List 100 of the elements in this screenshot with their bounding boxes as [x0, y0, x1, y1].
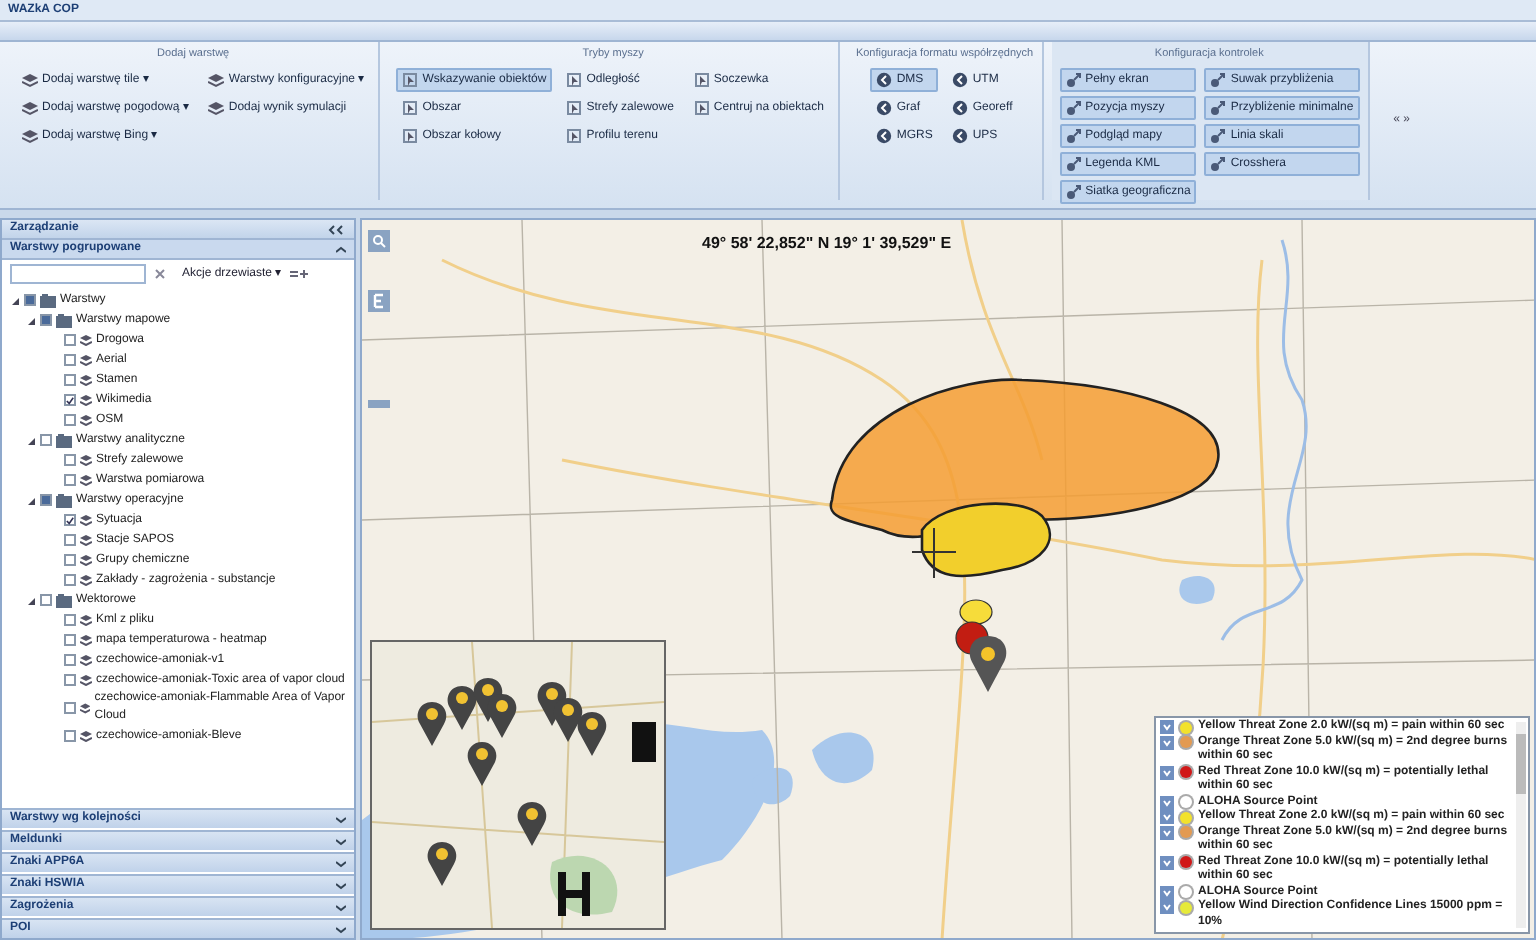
pointer-icon — [693, 72, 710, 89]
pointer-icon — [693, 100, 710, 117]
layers-icon — [80, 534, 92, 546]
layers-icon — [80, 514, 92, 526]
layer-switcher-icon[interactable] — [368, 290, 390, 312]
expand-all-icon[interactable] — [289, 268, 310, 280]
checkbox[interactable] — [64, 730, 76, 742]
layers-icon — [22, 100, 38, 117]
layers-icon — [22, 128, 38, 145]
map-pin-icon — [467, 742, 497, 786]
checkbox[interactable] — [40, 494, 52, 506]
chevron-icon — [336, 245, 346, 253]
pointer-icon — [566, 128, 583, 145]
expand-icon[interactable] — [1160, 885, 1174, 899]
expand-icon[interactable] — [1160, 855, 1174, 869]
checkbox[interactable] — [64, 334, 76, 346]
pointer-icon — [402, 72, 419, 89]
checkbox[interactable] — [64, 674, 76, 686]
layers-icon — [80, 654, 92, 666]
layers-icon — [80, 554, 92, 566]
expand-icon[interactable] — [1160, 795, 1174, 809]
search-field[interactable] — [10, 264, 146, 284]
pointer-icon — [566, 72, 583, 89]
checkbox[interactable] — [64, 534, 76, 546]
expand-icon[interactable] — [1160, 810, 1174, 824]
scrollbar[interactable] — [1516, 722, 1526, 928]
collapse-icon[interactable] — [326, 223, 346, 235]
clear-icon[interactable] — [154, 268, 166, 280]
expand-icon[interactable] — [1160, 720, 1174, 734]
map-pin-icon — [553, 698, 583, 742]
chevron-icon — [336, 903, 346, 911]
pointer-icon — [402, 100, 419, 117]
zoom-slider-icon[interactable] — [368, 400, 390, 408]
layers-icon — [80, 334, 92, 346]
chevron-icon — [336, 815, 346, 823]
folder-icon — [56, 313, 72, 327]
checkbox[interactable] — [40, 594, 52, 606]
pointer-icon — [566, 100, 583, 117]
layers-icon — [80, 374, 92, 386]
layers-icon — [80, 414, 92, 426]
coordinate-readout: 49° 58' 22,852" N 19° 1' 39,529" E — [702, 232, 952, 256]
checkbox[interactable] — [64, 414, 76, 426]
expand-icon[interactable] — [1160, 900, 1174, 914]
chevron-icon — [336, 859, 346, 867]
map-pin-icon — [517, 802, 547, 846]
layers-icon — [80, 730, 92, 742]
collapse-arrow-icon[interactable] — [26, 435, 36, 445]
layers-icon — [80, 674, 92, 686]
collapse-arrow-icon[interactable] — [26, 315, 36, 325]
chevron-icon — [336, 925, 346, 933]
folder-icon — [56, 433, 72, 447]
layers-icon — [208, 72, 225, 89]
collapse-arrow-icon[interactable] — [26, 495, 36, 505]
checkbox[interactable] — [64, 394, 76, 406]
layers-icon — [80, 574, 92, 586]
checkbox[interactable] — [64, 514, 76, 526]
expand-icon[interactable] — [1160, 825, 1174, 839]
checkbox[interactable] — [64, 614, 76, 626]
search-button[interactable] — [368, 230, 390, 252]
folder-icon — [56, 493, 72, 507]
crosshair-icon — [911, 527, 957, 579]
layers-icon — [80, 634, 92, 646]
layers-icon — [22, 72, 38, 89]
map-pin-icon — [969, 636, 1007, 692]
layers-icon — [80, 454, 92, 466]
checkbox[interactable] — [64, 454, 76, 466]
expand-icon[interactable] — [1160, 735, 1174, 749]
checkbox[interactable] — [64, 554, 76, 566]
zone-marker — [959, 599, 993, 625]
checkbox[interactable] — [64, 634, 76, 646]
folder-icon — [40, 293, 56, 307]
layers-icon — [80, 354, 92, 366]
layers-icon — [208, 100, 225, 117]
lake — [1179, 576, 1215, 604]
map-pin-icon — [427, 842, 457, 886]
chevron-icon — [336, 881, 346, 889]
checkbox[interactable] — [64, 474, 76, 486]
collapse-arrow-icon[interactable] — [10, 295, 20, 305]
hospital-icon — [558, 868, 590, 920]
checkbox[interactable] — [64, 702, 76, 714]
map-pin-icon — [447, 686, 477, 730]
checkbox[interactable] — [64, 654, 76, 666]
lake — [812, 732, 874, 784]
checkbox[interactable] — [64, 574, 76, 586]
expand-icon[interactable] — [1160, 765, 1174, 779]
layers-icon — [80, 702, 91, 714]
layers-icon — [80, 614, 92, 626]
layers-icon — [80, 474, 92, 486]
building-icon — [632, 722, 656, 762]
collapse-arrow-icon[interactable] — [26, 595, 36, 605]
map-pin-icon — [417, 702, 447, 746]
checkbox[interactable] — [64, 354, 76, 366]
map-pin-icon — [577, 712, 607, 756]
map-pin-icon — [487, 694, 517, 738]
search-icon — [372, 234, 386, 248]
checkbox[interactable] — [64, 374, 76, 386]
layers-icon — [80, 394, 92, 406]
checkbox[interactable] — [24, 294, 36, 306]
checkbox[interactable] — [40, 434, 52, 446]
checkbox[interactable] — [40, 314, 52, 326]
